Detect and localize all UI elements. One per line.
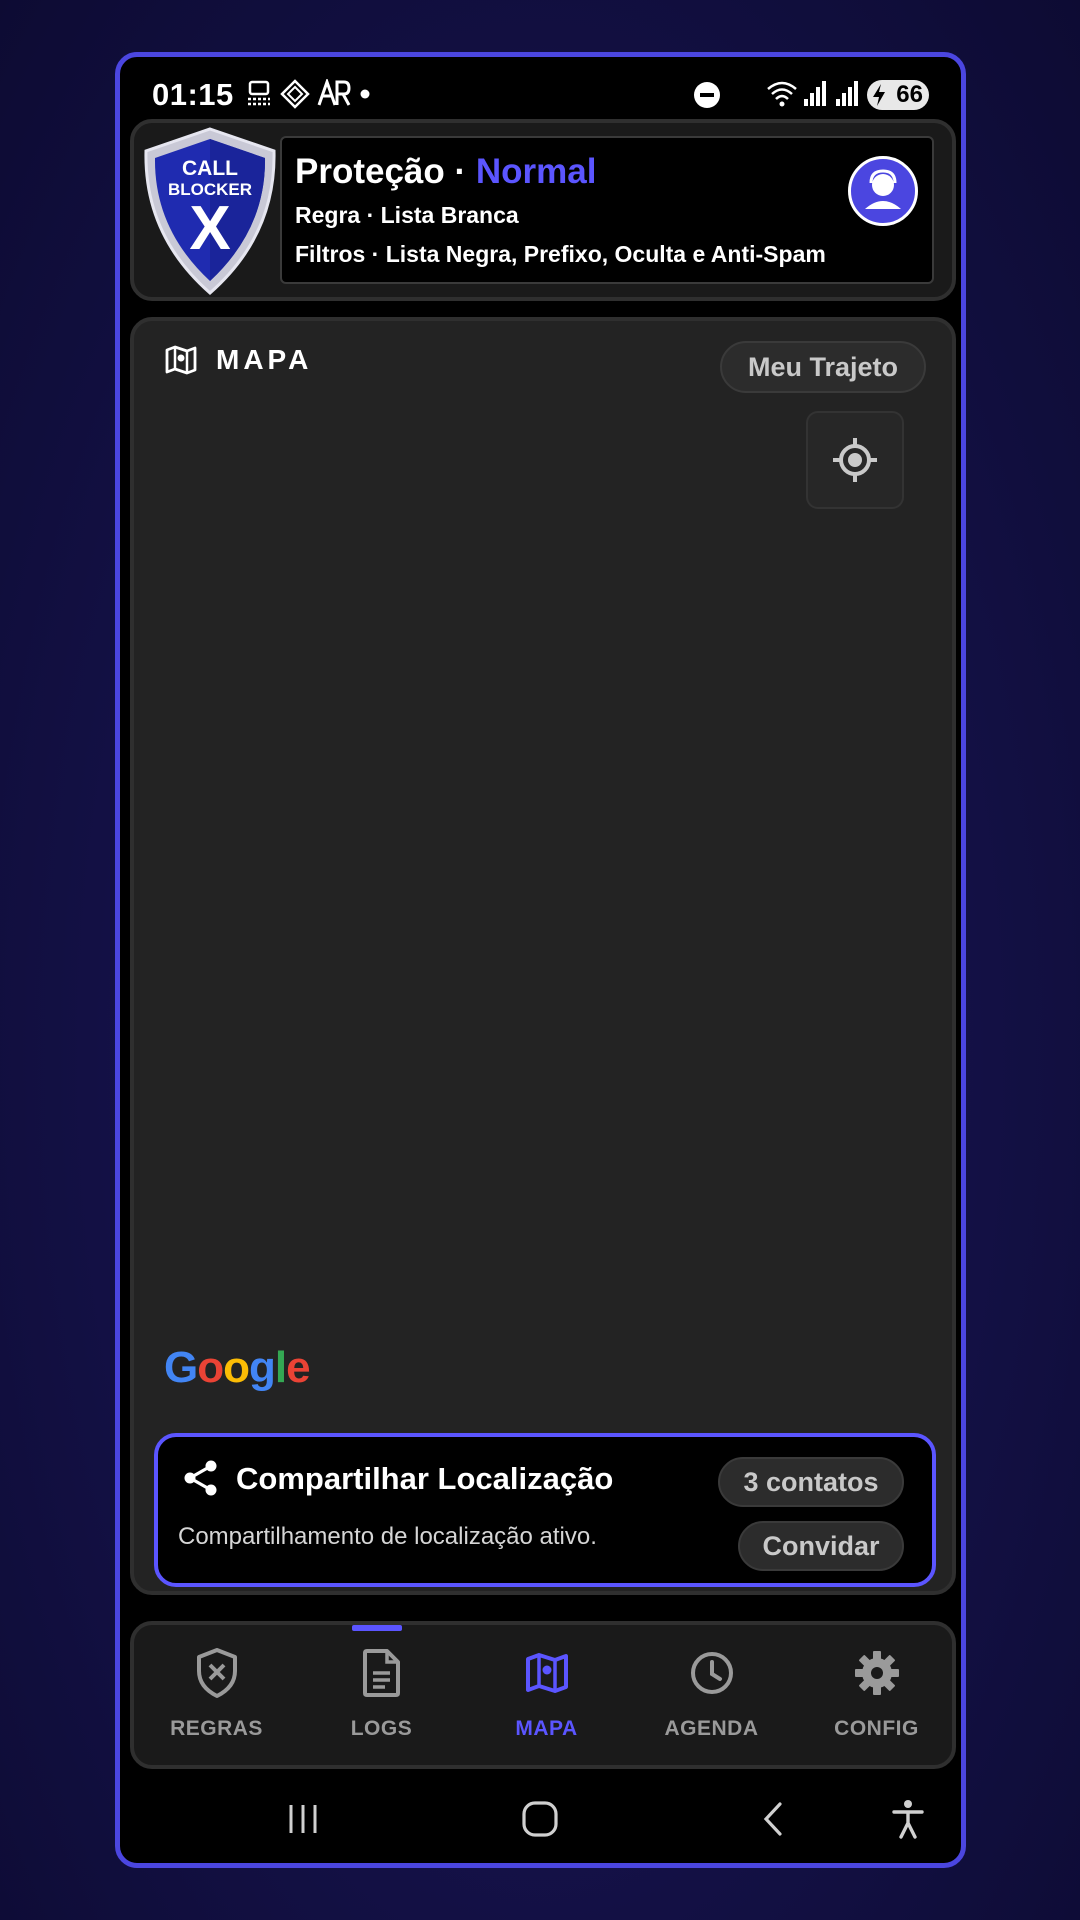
logo-text-x: X	[189, 194, 230, 263]
map-icon	[165, 345, 197, 375]
nav-item-mapa[interactable]: MAPA	[464, 1643, 629, 1741]
share-location-status: Compartilhamento de localização ativo.	[178, 1523, 597, 1550]
ar-app-icon	[317, 79, 351, 106]
nav-indicator	[352, 1625, 402, 1631]
do-not-disturb-icon	[694, 82, 720, 108]
crosshair-location-icon	[833, 438, 877, 482]
logo-text-call: CALL	[182, 157, 238, 180]
more-notifications-dot-icon	[360, 89, 370, 99]
nav-label-logs: LOGS	[350, 1717, 413, 1740]
bottom-navigation: REGRAS LOGS MAPA AGENDA CONFIG	[130, 1621, 956, 1769]
map-icon	[525, 1653, 568, 1693]
protection-title-prefix: Proteção ·	[295, 152, 476, 191]
protection-mode: Normal	[475, 152, 597, 191]
protection-info-box: Proteção · Normal Regra · Lista Branca F…	[280, 136, 934, 284]
google-attribution: Google	[164, 1343, 311, 1392]
nav-item-config[interactable]: CONFIG	[794, 1643, 959, 1741]
profile-avatar-button[interactable]	[848, 156, 918, 226]
document-icon	[362, 1649, 400, 1697]
nav-label-regras: REGRAS	[170, 1717, 263, 1740]
recent-apps-icon[interactable]	[285, 1801, 321, 1837]
app-logo: CALL BLOCKER X	[144, 127, 276, 295]
protection-header: CALL BLOCKER X Proteção · Normal Regra ·…	[130, 119, 956, 301]
battery-level: 66	[896, 81, 923, 108]
clock-icon	[690, 1652, 733, 1694]
nav-item-agenda[interactable]: AGENDA	[629, 1643, 794, 1741]
signal-icon-2	[836, 81, 858, 106]
map-title: MAPA	[216, 344, 313, 375]
share-icon	[184, 1460, 217, 1496]
contacts-count-button[interactable]: 3 contatos	[718, 1457, 904, 1507]
nav-label-mapa: MAPA	[515, 1717, 578, 1740]
back-icon[interactable]	[758, 1801, 788, 1837]
my-route-button[interactable]: Meu Trajeto	[720, 341, 926, 393]
charging-bolt-icon	[873, 84, 885, 106]
invite-button[interactable]: Convidar	[738, 1521, 904, 1571]
device-screen: 01:15 66 CALL BLOCKER X Proteção · Norma…	[115, 52, 966, 1868]
rule-line: Regra · Lista Branca	[295, 202, 519, 228]
nav-item-logs[interactable]: LOGS	[299, 1643, 464, 1741]
shield-x-icon	[196, 1648, 237, 1698]
system-navigation-bar	[120, 1777, 961, 1863]
map-canvas[interactable]	[134, 521, 952, 1321]
status-time: 01:15	[152, 77, 234, 112]
nav-item-regras[interactable]: REGRAS	[134, 1643, 299, 1741]
map-header: MAPA	[164, 343, 312, 377]
share-location-title: Compartilhar Localização	[236, 1461, 614, 1496]
gear-icon	[854, 1651, 899, 1695]
map-panel: MAPA Meu Trajeto Google Compartilhar Loc…	[130, 317, 956, 1595]
home-icon[interactable]	[520, 1799, 560, 1839]
wifi-icon	[767, 81, 797, 107]
accessibility-icon[interactable]	[890, 1799, 926, 1839]
protection-title: Proteção · Normal	[295, 152, 596, 192]
diamond-app-icon	[280, 79, 310, 109]
filters-line: Filtros · Lista Negra, Prefixo, Oculta e…	[295, 241, 826, 267]
nav-label-agenda: AGENDA	[664, 1717, 759, 1740]
nav-label-config: CONFIG	[834, 1717, 919, 1740]
share-location-card: Compartilhar Localização Compartilhament…	[154, 1433, 936, 1587]
battery-indicator: 66	[867, 80, 929, 110]
notification-icon	[248, 80, 270, 106]
signal-icon-1	[804, 81, 826, 106]
my-location-button[interactable]	[806, 411, 904, 509]
user-support-icon	[865, 169, 901, 209]
